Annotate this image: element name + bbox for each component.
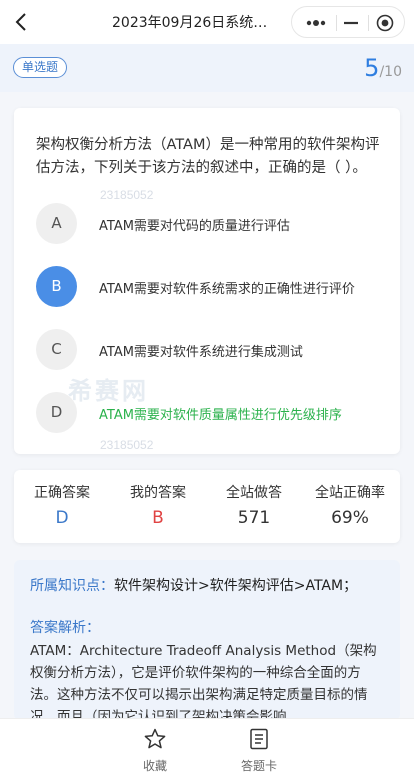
stat-label: 正确答案 bbox=[34, 485, 90, 501]
stat-label: 全站正确率 bbox=[315, 485, 385, 501]
tab-label: 收藏 bbox=[142, 759, 167, 773]
knowledge-label: 所属知识点： bbox=[30, 578, 114, 594]
page-title: 2023年09月26日系统… bbox=[112, 15, 268, 31]
stat-site-attempts: 全站做答 571 bbox=[206, 482, 302, 528]
option-text: ATAM需要对软件系统进行集成测试 bbox=[99, 345, 303, 360]
answer-stats: 正确答案 D 我的答案 B 全站做答 571 全站正确率 69% bbox=[14, 470, 400, 543]
capsule-divider bbox=[336, 15, 337, 31]
answer-sheet-button[interactable]: 答题卡 bbox=[229, 727, 289, 774]
question-type-badge: 单选题 bbox=[13, 57, 68, 78]
tab-label: 答题卡 bbox=[240, 759, 277, 773]
site-accuracy-value: 69% bbox=[331, 508, 369, 528]
my-answer-value: B bbox=[152, 508, 164, 528]
bottom-tab-bar: 收藏 答题卡 bbox=[0, 718, 414, 780]
question-current: 5 bbox=[364, 54, 380, 82]
option-c[interactable]: C ATAM需要对软件系统进行集成测试 bbox=[36, 329, 386, 371]
option-a[interactable]: A ATAM需要对代码的质量进行评估 bbox=[36, 203, 386, 245]
answer-sheet-icon bbox=[250, 728, 268, 750]
option-letter: B bbox=[36, 266, 77, 307]
option-letter: D bbox=[36, 392, 77, 433]
knowledge-value: 软件架构设计>软件架构评估>ATAM； bbox=[114, 578, 358, 594]
analysis-panel: 所属知识点：软件架构设计>软件架构评估>ATAM； 答案解析： ATAM：Arc… bbox=[14, 560, 400, 720]
option-text: ATAM需要对软件质量属性进行优先级排序 bbox=[99, 408, 342, 423]
option-text: ATAM需要对代码的质量进行评估 bbox=[99, 219, 290, 234]
correct-answer-value: D bbox=[55, 508, 69, 528]
answer-analysis-label: 答案解析： bbox=[30, 620, 100, 636]
question-counter: 5/10 bbox=[364, 54, 402, 82]
star-icon bbox=[144, 728, 166, 749]
option-b[interactable]: B ATAM需要对软件系统需求的正确性进行评价 bbox=[36, 266, 386, 308]
site-attempts-value: 571 bbox=[237, 508, 271, 528]
favorite-button[interactable]: 收藏 bbox=[125, 727, 185, 774]
option-letter: A bbox=[36, 203, 77, 244]
watermark-id: 23185052 bbox=[100, 188, 154, 202]
minimize-icon[interactable] bbox=[343, 16, 359, 30]
capsule-divider bbox=[368, 15, 369, 31]
answer-analysis-text: ATAM：Architecture Tradeoff Analysis Meth… bbox=[30, 643, 377, 720]
question-stem: 架构权衡分析方法（ATAM）是一种常用的软件架构评估方法，下列关于该方法的叙述中… bbox=[36, 137, 380, 176]
stat-label: 我的答案 bbox=[130, 485, 186, 501]
stat-correct-answer: 正确答案 D bbox=[14, 482, 110, 528]
top-nav-bar: 2023年09月26日系统… bbox=[0, 0, 414, 44]
stat-label: 全站做答 bbox=[226, 485, 282, 501]
option-d[interactable]: D ATAM需要对软件质量属性进行优先级排序 bbox=[36, 392, 386, 434]
knowledge-point: 所属知识点：软件架构设计>软件架构评估>ATAM； bbox=[30, 575, 357, 595]
question-total: 10 bbox=[384, 64, 402, 80]
question-card: 架构权衡分析方法（ATAM）是一种常用的软件架构评估方法，下列关于该方法的叙述中… bbox=[14, 108, 400, 454]
question-header: 单选题 5/10 bbox=[0, 44, 414, 92]
mini-program-capsule bbox=[291, 6, 405, 38]
target-close-icon[interactable] bbox=[376, 14, 394, 32]
chevron-left-icon[interactable] bbox=[8, 8, 36, 36]
watermark-id: 23185052 bbox=[100, 438, 154, 452]
stat-site-accuracy: 全站正确率 69% bbox=[302, 482, 398, 528]
option-text: ATAM需要对软件系统需求的正确性进行评价 bbox=[99, 282, 355, 297]
more-dots-icon[interactable] bbox=[306, 16, 326, 30]
stat-my-answer: 我的答案 B bbox=[110, 482, 206, 528]
option-letter: C bbox=[36, 329, 77, 370]
